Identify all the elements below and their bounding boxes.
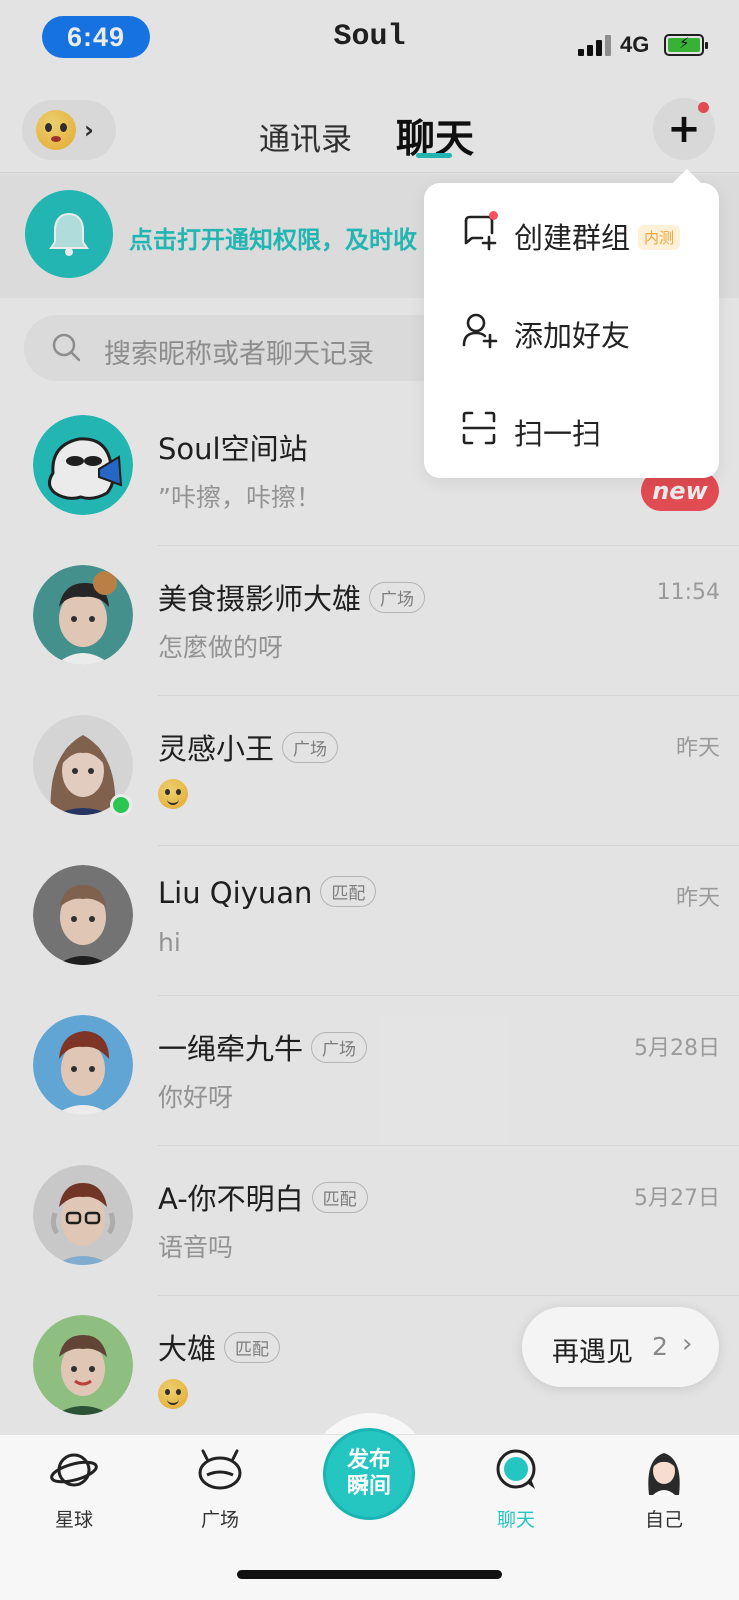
nav-profile[interactable]: 自己 xyxy=(614,1445,714,1532)
smile-emoji-icon xyxy=(158,1379,188,1409)
menu-notification-dot xyxy=(489,211,498,220)
chat-row[interactable]: A-你不明白 匹配 5月27日 语音吗 xyxy=(0,1146,739,1296)
chat-message: hi xyxy=(158,928,181,957)
nav-label: 广场 xyxy=(200,1509,239,1531)
nav-chat[interactable]: 聊天 xyxy=(466,1445,566,1532)
chat-name: 大雄 匹配 xyxy=(158,1326,281,1368)
scan-icon xyxy=(462,411,496,445)
chat-message xyxy=(158,778,188,809)
emoji-icon xyxy=(158,779,188,809)
chat-icon xyxy=(496,1449,536,1489)
bell-icon xyxy=(25,190,113,278)
planet-icon xyxy=(50,1453,98,1487)
nav-label: 聊天 xyxy=(496,1509,535,1531)
search-icon xyxy=(52,333,81,362)
avatar xyxy=(33,1315,133,1415)
online-status-dot xyxy=(110,794,132,816)
chat-message: 怎麼做的呀 xyxy=(158,633,284,662)
chat-row[interactable]: Liu Qiyuan 匹配 昨天 hi xyxy=(0,846,739,996)
nav-label: 自己 xyxy=(644,1509,683,1531)
source-tag: 广场 xyxy=(282,732,339,763)
notification-dot xyxy=(698,102,709,113)
nav-square[interactable]: 广场 xyxy=(170,1445,270,1532)
chat-message: 你好呀 xyxy=(158,1083,234,1112)
beta-badge: 内测 xyxy=(638,225,681,250)
menu-scan[interactable]: 扫一扫 xyxy=(424,379,719,477)
chat-name: 灵感小王 广场 xyxy=(158,726,339,768)
chevron-right-icon: › xyxy=(682,1329,693,1359)
chat-name: Soul空间站 xyxy=(158,432,308,466)
meet-again-count: 2 xyxy=(652,1332,668,1361)
chat-name: 一绳牵九牛 广场 xyxy=(158,1026,368,1068)
emoji-face-icon xyxy=(36,110,76,150)
home-indicator[interactable] xyxy=(237,1570,502,1579)
nav-planet[interactable]: 星球 xyxy=(24,1445,124,1532)
avatar xyxy=(33,865,133,965)
chat-name: 美食摄影师大雄 广场 xyxy=(158,576,426,618)
publish-label-line1: 发布 xyxy=(346,1448,391,1473)
source-tag: 匹配 xyxy=(224,1332,281,1363)
menu-create-group[interactable]: 创建群组 内测 xyxy=(424,183,719,281)
chat-name: A-你不明白 匹配 xyxy=(158,1176,368,1218)
publish-moment-button[interactable]: 发布 瞬间 xyxy=(323,1428,415,1520)
source-tag: 匹配 xyxy=(320,876,377,907)
meet-again-button[interactable]: 再遇见 2 › xyxy=(522,1307,719,1387)
source-tag: 广场 xyxy=(311,1032,368,1063)
chat-time: 昨天 xyxy=(675,736,720,761)
notification-banner-text: 点击打开通知权限，及时收 xyxy=(129,226,417,254)
chat-time: 昨天 xyxy=(675,886,720,911)
menu-label: 添加好友 xyxy=(514,319,631,353)
battery-icon: ⚡ xyxy=(664,34,708,56)
tab-contacts[interactable]: 通讯录 xyxy=(259,114,352,159)
plus-icon: + xyxy=(667,106,701,152)
active-tab-indicator xyxy=(416,153,452,158)
mood-button[interactable]: › xyxy=(22,100,116,160)
chat-message xyxy=(158,1378,188,1409)
plus-popup-menu: 创建群组 内测 添加好友 扫一扫 xyxy=(424,183,719,478)
source-tag: 广场 xyxy=(369,582,426,613)
status-bar: 6:49 Soul 4G ⚡ xyxy=(0,0,739,78)
profile-avatar-icon xyxy=(648,1453,680,1495)
chat-message: 语音吗 xyxy=(158,1233,234,1262)
search-placeholder: 搜索昵称或者聊天记录 xyxy=(104,339,374,370)
chat-row[interactable]: 一绳牵九牛 广场 5月28日 你好呀 xyxy=(0,996,739,1146)
chat-list: Soul空间站 ”咔擦，咔擦！ new 美食摄影师大雄 广场 11:54 怎麼做的… xyxy=(0,396,739,1446)
avatar xyxy=(33,565,133,665)
menu-label: 扫一扫 xyxy=(514,417,602,451)
menu-label: 创建群组 xyxy=(514,221,631,255)
add-friend-icon xyxy=(462,313,498,349)
header: › 通讯录 聊天 + xyxy=(0,78,739,173)
chat-time: 5月27日 xyxy=(634,1186,720,1211)
menu-add-friend[interactable]: 添加好友 xyxy=(424,281,719,379)
chat-time: 5月28日 xyxy=(634,1036,720,1061)
chat-time: 11:54 xyxy=(656,580,720,605)
signal-icon xyxy=(578,34,612,56)
meet-again-label: 再遇见 xyxy=(552,1337,633,1368)
nav-label: 星球 xyxy=(54,1509,93,1531)
chat-name: Liu Qiyuan 匹配 xyxy=(158,876,377,910)
avatar xyxy=(33,415,133,515)
chat-row[interactable]: 灵感小王 广场 昨天 xyxy=(0,696,739,846)
avatar xyxy=(33,1165,133,1265)
square-icon xyxy=(198,1449,242,1490)
chat-row[interactable]: 美食摄影师大雄 广场 11:54 怎麼做的呀 xyxy=(0,546,739,696)
network-type: 4G xyxy=(620,32,650,57)
avatar xyxy=(33,1015,133,1115)
chevron-right-icon: › xyxy=(84,116,94,144)
chat-message: ”咔擦，咔擦！ xyxy=(158,483,321,512)
source-tag: 匹配 xyxy=(311,1182,368,1213)
publish-label-line2: 瞬间 xyxy=(346,1474,391,1499)
